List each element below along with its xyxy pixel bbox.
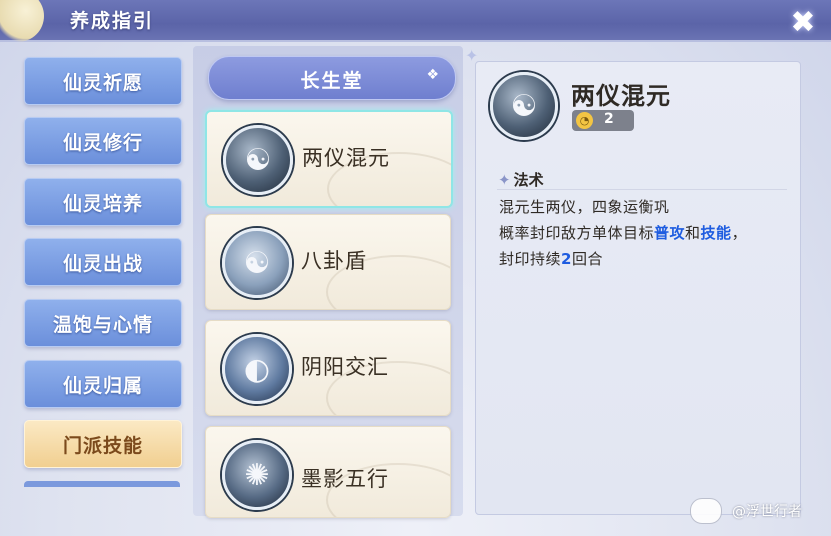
- watermark: @浮世行者: [732, 504, 802, 520]
- yin-yang-orb-icon: ☯: [223, 125, 293, 195]
- nav-item-mood[interactable]: 温饱与心情: [24, 299, 182, 347]
- nav-item-practice[interactable]: 仙灵修行: [24, 117, 182, 165]
- nav-item-school-skills[interactable]: 门派技能: [24, 420, 182, 468]
- clock-icon: ◔: [576, 112, 593, 129]
- detail-skill-name: 两仪混元: [571, 82, 671, 110]
- nav-item-pray[interactable]: 仙灵祈愿: [24, 57, 182, 105]
- chevron-down-icon: ❖: [426, 67, 439, 83]
- desc-line-1: 混元生两仪，四象运衡巩: [499, 198, 670, 216]
- desc-duration: 2: [561, 250, 572, 268]
- skill-name: 阴阳交汇: [301, 355, 389, 379]
- section-title: 法术: [513, 171, 544, 189]
- skill-card-liangyi[interactable]: ☯ 两仪混元: [205, 110, 453, 208]
- skill-card-bagua[interactable]: ☯ 八卦盾: [205, 214, 451, 310]
- skill-name: 八卦盾: [301, 249, 367, 273]
- yin-yang-converge-icon: ◐: [222, 334, 292, 404]
- desc-text: 封印持续: [499, 250, 562, 268]
- cooldown-badge: ◔ 2: [572, 110, 634, 131]
- desc-text: 概率封印敌方单体目标: [499, 224, 655, 242]
- nav-item-partial[interactable]: [24, 481, 180, 487]
- moon-decoration-icon: [0, 0, 44, 42]
- desc-keyword-skill: 技能: [700, 224, 732, 242]
- desc-keyword-attack: 普攻: [654, 224, 686, 242]
- close-button[interactable]: ✖: [783, 2, 823, 42]
- page-title: 养成指引: [70, 10, 155, 32]
- skill-name: 两仪混元: [302, 146, 390, 170]
- cooldown-value: 2: [604, 111, 614, 127]
- desc-line-2: 概率封印敌方单体目标普攻和技能，: [499, 222, 747, 243]
- desc-text: 和: [685, 224, 701, 242]
- title-bar: 养成指引 ✖: [0, 0, 831, 42]
- skill-card-moying[interactable]: ✺ 墨影五行: [205, 426, 451, 518]
- close-star-icon: ✖: [790, 4, 816, 40]
- desc-text: 回合: [571, 250, 603, 268]
- diamond-bullet-icon: ✦: [498, 171, 511, 189]
- ink-shadow-icon: ✺: [222, 440, 292, 510]
- desc-text: ，: [731, 224, 748, 242]
- school-dropdown[interactable]: 长生堂 ❖: [208, 56, 456, 100]
- nav-item-battle[interactable]: 仙灵出战: [24, 238, 182, 286]
- school-dropdown-label: 长生堂: [300, 70, 364, 92]
- detail-yin-yang-orb-icon: ☯: [490, 72, 558, 140]
- divider: [497, 189, 787, 190]
- nav-item-cultivate[interactable]: 仙灵培养: [24, 178, 182, 226]
- section-header: ✦ 法术: [498, 169, 544, 190]
- bagua-shield-icon: ☯: [222, 228, 292, 298]
- skill-name: 墨影五行: [301, 467, 389, 491]
- game-window: 养成指引 ✖ 仙灵祈愿 仙灵修行 仙灵培养 仙灵出战 温饱与心情 仙灵归属 门派…: [0, 0, 831, 536]
- skill-card-yinyang[interactable]: ◐ 阴阳交汇: [205, 320, 451, 416]
- chat-bubble-icon: [690, 498, 722, 524]
- nav-item-belonging[interactable]: 仙灵归属: [24, 360, 182, 408]
- desc-line-3: 封印持续2回合: [499, 248, 603, 269]
